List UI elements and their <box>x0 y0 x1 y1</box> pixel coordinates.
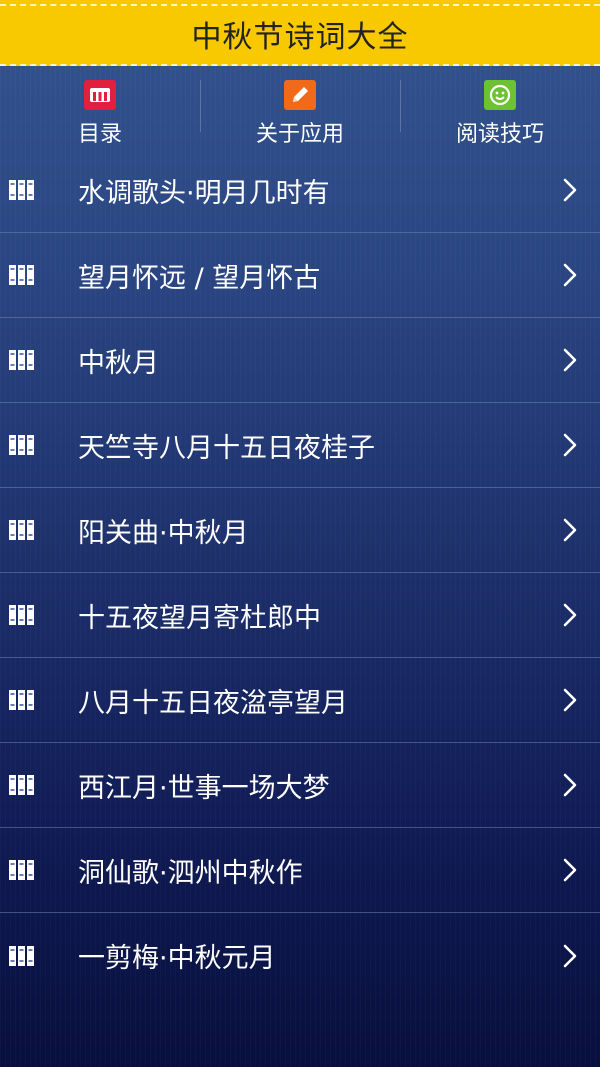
chevron-right-icon <box>562 433 578 457</box>
chevron-right-icon <box>562 263 578 287</box>
poem-list-item[interactable]: 望月怀远 / 望月怀古 <box>0 233 600 318</box>
poem-list-item[interactable]: 中秋月 <box>0 318 600 403</box>
toolbar: 目录 关于应用 阅读技巧 <box>0 68 600 148</box>
edit-pencil-icon <box>284 80 316 110</box>
toolbar-about-label: 关于应用 <box>255 122 344 147</box>
poem-title: 西江月·世事一场大梦 <box>78 772 330 804</box>
poem-list-item[interactable]: 十五夜望月寄杜郎中 <box>0 573 600 658</box>
menu-m-icon <box>84 80 116 110</box>
chevron-right-icon <box>562 518 578 542</box>
poem-list-item[interactable]: 阳关曲·中秋月 <box>0 488 600 573</box>
chevron-right-icon <box>562 858 578 882</box>
book-icon <box>8 349 36 371</box>
chevron-right-icon <box>562 688 578 712</box>
poem-list-item[interactable]: 洞仙歌·泗州中秋作 <box>0 828 600 913</box>
poem-title: 阳关曲·中秋月 <box>78 517 249 549</box>
smiley-icon <box>484 80 516 110</box>
poem-list-item[interactable]: 西江月·世事一场大梦 <box>0 743 600 828</box>
poem-title: 洞仙歌·泗州中秋作 <box>78 857 303 889</box>
chevron-right-icon <box>562 348 578 372</box>
poem-list: 水调歌头·明月几时有 望月怀远 / 望月怀古 中秋月天竺寺八月十五日夜桂子 阳关曲·中… <box>0 148 600 998</box>
poem-title: 天竺寺八月十五日夜桂子 <box>78 432 375 464</box>
toolbar-contents-button[interactable]: 目录 <box>0 68 200 148</box>
book-icon <box>8 689 36 711</box>
poem-list-item[interactable]: 八月十五日夜湓亭望月 <box>0 658 600 743</box>
chevron-right-icon <box>562 603 578 627</box>
title-bar: 中秋节诗词大全 <box>0 0 600 66</box>
poem-title: 水调歌头·明月几时有 <box>78 177 330 209</box>
chevron-right-icon <box>562 944 578 968</box>
toolbar-tips-label: 阅读技巧 <box>455 122 544 147</box>
poem-title: 中秋月 <box>78 347 159 379</box>
toolbar-tips-button[interactable]: 阅读技巧 <box>400 68 600 148</box>
poem-title: 一剪梅·中秋元月 <box>78 943 276 974</box>
poem-title: 望月怀远 / 望月怀古 <box>78 262 321 294</box>
chevron-right-icon <box>562 178 578 202</box>
book-icon <box>8 434 36 456</box>
poem-list-item[interactable]: 水调歌头·明月几时有 <box>0 148 600 233</box>
poem-list-item[interactable]: 一剪梅·中秋元月 <box>0 913 600 998</box>
book-icon <box>8 945 36 967</box>
book-icon <box>8 859 36 881</box>
toolbar-about-button[interactable]: 关于应用 <box>200 68 400 148</box>
toolbar-contents-label: 目录 <box>77 122 122 147</box>
book-icon <box>8 774 36 796</box>
book-icon <box>8 604 36 626</box>
poem-list-item[interactable]: 天竺寺八月十五日夜桂子 <box>0 403 600 488</box>
poem-title: 十五夜望月寄杜郎中 <box>78 602 321 634</box>
chevron-right-icon <box>562 773 578 797</box>
book-icon <box>8 519 36 541</box>
poem-title: 八月十五日夜湓亭望月 <box>78 687 348 719</box>
book-icon <box>8 179 36 201</box>
book-icon <box>8 264 36 286</box>
page-title: 中秋节诗词大全 <box>191 20 409 55</box>
